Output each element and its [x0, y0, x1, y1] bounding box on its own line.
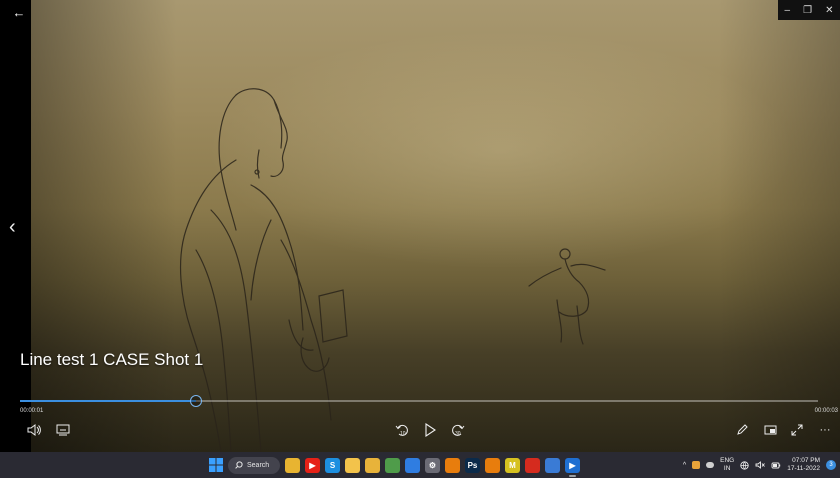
pencil-icon[interactable] — [734, 422, 750, 438]
clock[interactable]: 07:07 PM 17-11-2022 — [787, 457, 820, 473]
taskbar-settings-icon[interactable]: ⚙ — [425, 457, 440, 473]
clock-date: 17-11-2022 — [787, 465, 820, 472]
back-button[interactable]: ← — [8, 4, 30, 22]
more-options-button[interactable]: ··· — [816, 422, 834, 438]
taskbar-skype-icon[interactable]: S — [325, 457, 340, 473]
skip-back-label: 10 — [400, 431, 406, 437]
taskbar-folder-icon[interactable] — [345, 457, 360, 473]
notification-badge[interactable]: 3 — [826, 460, 836, 470]
taskbar-apps: Search ▶ S ⚙ Ps M ▶ — [208, 456, 580, 477]
taskbar-blender-icon[interactable] — [445, 457, 460, 473]
taskbar-youtube-icon[interactable]: ▶ — [305, 457, 320, 473]
skip-forward-30-button[interactable]: 30 — [449, 422, 467, 438]
clock-time: 07:07 PM — [792, 457, 820, 464]
restore-button[interactable]: ❐ — [803, 5, 812, 16]
seek-bar[interactable] — [20, 395, 818, 407]
volume-icon[interactable] — [26, 422, 42, 438]
seek-bar-progress — [20, 400, 196, 402]
network-icon[interactable] — [740, 460, 749, 470]
minimize-button[interactable]: – — [785, 5, 791, 16]
taskbar-file-explorer-icon[interactable] — [285, 457, 300, 473]
taskbar-acrobat-icon[interactable] — [525, 457, 540, 473]
pinned-apps: ▶ S ⚙ Ps M ▶ — [285, 457, 580, 477]
previous-arrow-icon[interactable]: ‹ — [9, 216, 16, 239]
elapsed-time: 00:00:01 — [20, 408, 44, 414]
taskbar-media-player-icon[interactable]: ▶ — [565, 457, 580, 477]
seek-thumb[interactable] — [189, 395, 202, 407]
speaker-muted-icon[interactable] — [755, 461, 766, 469]
language-indicator[interactable]: ENG IN — [720, 457, 734, 473]
cloud-icon[interactable] — [706, 462, 715, 468]
duration-time: 00:00:03 — [814, 408, 838, 414]
taskbar-chrome-icon[interactable] — [365, 457, 380, 473]
windows-start-icon[interactable] — [208, 458, 223, 473]
taskbar-blender-2-icon[interactable] — [485, 457, 500, 473]
video-frame[interactable] — [31, 0, 840, 452]
window-controls: – ❐ ✕ — [778, 0, 840, 20]
media-player-window: ← – ❐ ✕ ‹ Line test 1 CASE Shot 1 00:00:… — [0, 0, 840, 452]
search-label: Search — [247, 461, 270, 469]
taskbar-photos-icon[interactable] — [545, 457, 560, 473]
fullscreen-icon[interactable] — [789, 422, 805, 438]
close-button[interactable]: ✕ — [825, 5, 833, 16]
taskbar: Search ▶ S ⚙ Ps M ▶ ^ ENG IN 07:07 PM 17-11-2… — [0, 452, 840, 478]
subtitles-icon[interactable] — [55, 422, 71, 438]
language-code: ENG — [720, 457, 735, 464]
taskbar-app-m-icon[interactable]: M — [505, 457, 520, 473]
language-region: IN — [723, 465, 731, 472]
taskbar-photoshop-icon[interactable]: Ps — [465, 457, 480, 473]
skip-back-10-button[interactable]: 10 — [393, 422, 411, 438]
video-sketch-illustration — [179, 88, 606, 452]
taskbar-search[interactable]: Search — [228, 456, 280, 474]
system-tray: ^ ENG IN 07:07 PM 17-11-2022 3 — [683, 455, 836, 475]
video-title: Line test 1 CASE Shot 1 — [20, 350, 204, 369]
tray-app-icon[interactable] — [692, 461, 701, 469]
play-button[interactable] — [422, 422, 438, 438]
skip-forward-label: 30 — [455, 431, 461, 437]
tray-chevron-icon[interactable]: ^ — [683, 462, 686, 469]
miniplayer-icon[interactable] — [762, 422, 778, 438]
search-icon — [235, 461, 243, 469]
taskbar-chrome-profile-3-icon[interactable] — [405, 457, 420, 473]
taskbar-chrome-profile-2-icon[interactable] — [385, 457, 400, 473]
battery-icon[interactable] — [771, 462, 781, 469]
